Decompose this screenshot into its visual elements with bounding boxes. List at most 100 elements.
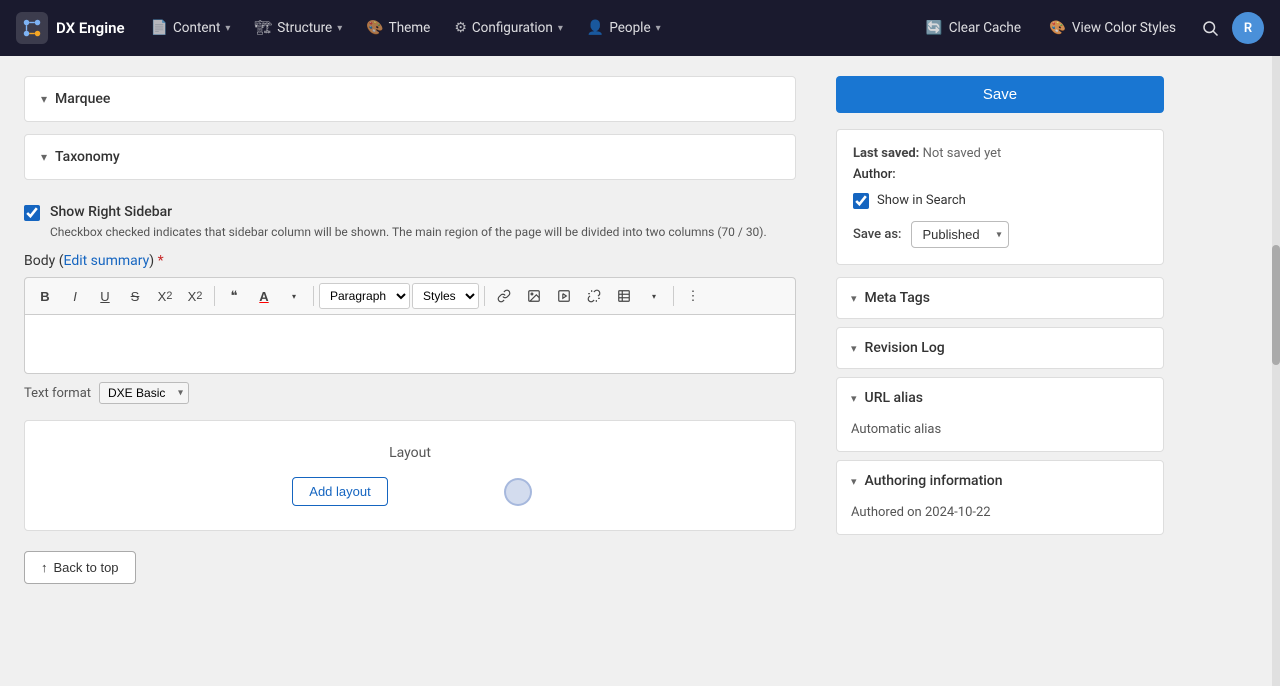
url-alias-accordion: ▾ URL alias Automatic alias bbox=[836, 377, 1164, 452]
url-alias-header[interactable]: ▾ URL alias bbox=[837, 378, 1163, 418]
clear-cache-icon: 🔄 bbox=[926, 20, 943, 36]
author-row: Author: bbox=[853, 167, 1147, 182]
user-avatar[interactable]: R bbox=[1232, 12, 1264, 44]
taxonomy-accordion-header[interactable]: ▾ Taxonomy bbox=[25, 135, 795, 179]
content-icon: 📄 bbox=[151, 20, 168, 36]
add-layout-button[interactable]: Add layout bbox=[292, 477, 387, 506]
publish-card: Last saved: Not saved yet Author: Show i… bbox=[836, 129, 1164, 265]
nav-structure-label: Structure bbox=[277, 20, 332, 36]
color-styles-icon: 🎨 bbox=[1049, 20, 1066, 36]
meta-tags-label: Meta Tags bbox=[865, 290, 930, 306]
authoring-info-body-text: Authored on 2024-10-22 bbox=[851, 505, 991, 520]
last-saved-value: Not saved yet bbox=[923, 146, 1002, 161]
scrollbar-thumb[interactable] bbox=[1272, 245, 1280, 365]
show-right-sidebar-checkbox[interactable] bbox=[24, 205, 40, 221]
unlink-button[interactable] bbox=[580, 282, 608, 310]
authoring-info-accordion: ▾ Authoring information Authored on 2024… bbox=[836, 460, 1164, 535]
app-logo[interactable]: DX Engine bbox=[16, 12, 125, 44]
underline-button[interactable]: U bbox=[91, 282, 119, 310]
show-in-search-checkbox[interactable] bbox=[853, 193, 869, 209]
nav-people-label: People bbox=[609, 20, 650, 36]
required-star: * bbox=[158, 253, 164, 269]
taxonomy-chevron-icon: ▾ bbox=[41, 150, 47, 164]
show-right-sidebar-desc: Checkbox checked indicates that sidebar … bbox=[50, 223, 767, 241]
revision-log-chevron-icon: ▾ bbox=[851, 342, 857, 355]
text-format-wrapper: DXE Basic Full HTML Plain Text bbox=[99, 382, 189, 404]
image-button[interactable] bbox=[520, 282, 548, 310]
nav-content[interactable]: 📄 Content ▾ bbox=[141, 14, 241, 42]
logo-text: DX Engine bbox=[56, 19, 125, 37]
clear-cache-label: Clear Cache bbox=[949, 20, 1021, 36]
table-dropdown[interactable]: ▾ bbox=[640, 282, 668, 310]
last-saved-label: Last saved: bbox=[853, 146, 919, 161]
nav-right-actions: 🔄 Clear Cache 🎨 View Color Styles R bbox=[914, 10, 1264, 46]
text-format-row: Text format DXE Basic Full HTML Plain Te… bbox=[24, 382, 796, 404]
revision-log-accordion: ▾ Revision Log bbox=[836, 327, 1164, 369]
clear-cache-button[interactable]: 🔄 Clear Cache bbox=[914, 14, 1033, 42]
bold-button[interactable]: B bbox=[31, 282, 59, 310]
strikethrough-button[interactable]: S bbox=[121, 282, 149, 310]
structure-chevron: ▾ bbox=[337, 23, 342, 34]
layout-box: Layout Add layout bbox=[24, 420, 796, 531]
subscript-button[interactable]: X2 bbox=[181, 282, 209, 310]
back-to-top-label: Back to top bbox=[54, 560, 119, 575]
search-button[interactable] bbox=[1192, 10, 1228, 46]
back-to-top-button[interactable]: ↑ Back to top bbox=[24, 551, 136, 584]
authoring-info-body: Authored on 2024-10-22 bbox=[837, 501, 1163, 534]
save-as-select[interactable]: Published Draft Archived bbox=[911, 221, 1009, 248]
show-in-search-row: Show in Search bbox=[853, 192, 1147, 209]
styles-select[interactable]: Styles bbox=[412, 283, 479, 309]
configuration-icon: ⚙ bbox=[454, 20, 467, 36]
nav-theme-label: Theme bbox=[389, 20, 431, 36]
text-format-select[interactable]: DXE Basic Full HTML Plain Text bbox=[99, 382, 189, 404]
more-options-button[interactable]: ⋮ bbox=[679, 282, 707, 310]
save-button[interactable]: Save bbox=[836, 76, 1164, 113]
people-icon: 👤 bbox=[587, 20, 604, 36]
show-right-sidebar-row: Show Right Sidebar Checkbox checked indi… bbox=[24, 192, 796, 253]
marquee-accordion-header[interactable]: ▾ Marquee bbox=[25, 77, 795, 121]
meta-tags-chevron-icon: ▾ bbox=[851, 292, 857, 305]
url-alias-chevron-icon: ▾ bbox=[851, 392, 857, 405]
meta-tags-header[interactable]: ▾ Meta Tags bbox=[837, 278, 1163, 318]
body-editor[interactable] bbox=[24, 314, 796, 374]
taxonomy-section: ▾ Taxonomy bbox=[24, 134, 796, 180]
text-format-label: Text format bbox=[24, 386, 91, 401]
authoring-info-chevron-icon: ▾ bbox=[851, 475, 857, 488]
authoring-info-header[interactable]: ▾ Authoring information bbox=[837, 461, 1163, 501]
save-as-label: Save as: bbox=[853, 227, 901, 242]
meta-tags-accordion: ▾ Meta Tags bbox=[836, 277, 1164, 319]
font-color-button[interactable]: A bbox=[250, 282, 278, 310]
superscript-button[interactable]: X2 bbox=[151, 282, 179, 310]
toolbar-sep-2 bbox=[313, 286, 314, 306]
scrollbar-track[interactable] bbox=[1272, 56, 1280, 686]
show-right-sidebar-label: Show Right Sidebar bbox=[50, 204, 767, 220]
toolbar-sep-3 bbox=[484, 286, 485, 306]
toolbar-sep-1 bbox=[214, 286, 215, 306]
nav-people[interactable]: 👤 People ▾ bbox=[577, 14, 671, 42]
revision-log-header[interactable]: ▾ Revision Log bbox=[837, 328, 1163, 368]
url-alias-label: URL alias bbox=[865, 390, 923, 406]
media-button[interactable] bbox=[550, 282, 578, 310]
view-color-styles-label: View Color Styles bbox=[1072, 20, 1176, 36]
save-as-row: Save as: Published Draft Archived bbox=[853, 221, 1147, 248]
last-saved-row: Last saved: Not saved yet bbox=[853, 146, 1147, 161]
font-color-dropdown[interactable]: ▾ bbox=[280, 282, 308, 310]
edit-summary-link[interactable]: Edit summary bbox=[64, 253, 150, 269]
url-alias-body-text: Automatic alias bbox=[851, 422, 941, 437]
editor-toolbar: B I U S X2 X2 ❝ A ▾ Paragraph Heading 1 … bbox=[24, 277, 796, 314]
page-wrapper: ▾ Marquee ▾ Taxonomy Show Right Sidebar … bbox=[0, 56, 1280, 686]
content-chevron: ▾ bbox=[225, 23, 230, 34]
cursor-indicator bbox=[504, 478, 532, 506]
paragraph-select[interactable]: Paragraph Heading 1 Heading 2 bbox=[319, 283, 410, 309]
link-button[interactable] bbox=[490, 282, 518, 310]
table-button[interactable] bbox=[610, 282, 638, 310]
italic-button[interactable]: I bbox=[61, 282, 89, 310]
taxonomy-label: Taxonomy bbox=[55, 149, 120, 165]
nav-structure[interactable]: 🏗 Structure ▾ bbox=[244, 14, 352, 42]
nav-configuration[interactable]: ⚙ Configuration ▾ bbox=[444, 14, 573, 42]
nav-theme[interactable]: 🎨 Theme bbox=[356, 14, 440, 42]
view-color-styles-button[interactable]: 🎨 View Color Styles bbox=[1037, 14, 1188, 42]
avatar-letter: R bbox=[1244, 21, 1252, 36]
blockquote-button[interactable]: ❝ bbox=[220, 282, 248, 310]
theme-icon: 🎨 bbox=[366, 20, 383, 36]
